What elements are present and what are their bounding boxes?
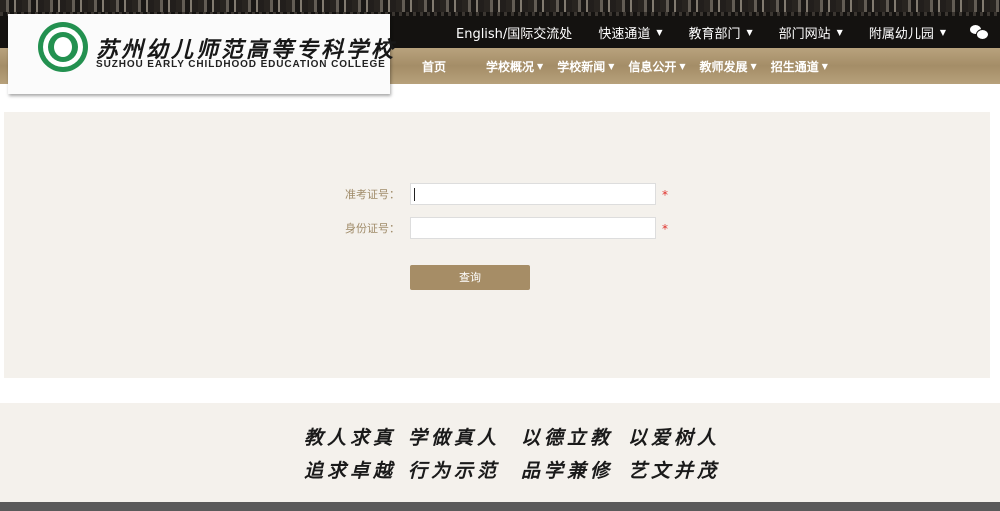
top-link-label: 附属幼儿园 [868, 26, 934, 42]
motto-text: 以德立教 [521, 427, 614, 449]
decorative-pattern [0, 0, 1000, 12]
nav-item-label: 招生通道 [770, 59, 819, 74]
query-form-panel: 准考证号： * 身份证号： * 查询 [4, 112, 990, 378]
dropdown-caret-icon: ▼ [836, 27, 843, 37]
motto-text: 学做真人 [408, 427, 501, 449]
nav-item-home[interactable]: 首页 [422, 58, 446, 75]
top-link-label: English/国际交流处 [455, 26, 573, 42]
dropdown-caret-icon: ▼ [679, 61, 686, 71]
query-button[interactable]: 查询 [410, 265, 530, 290]
dropdown-caret-icon: ▼ [746, 27, 753, 37]
nav-item-label: 首页 [422, 59, 447, 74]
main-nav-items: 首页 学校概况 ▼ 学校新闻 ▼ 信息公开 ▼ 教师发展 ▼ 招生通道 ▼ [422, 48, 842, 84]
id-card-input[interactable] [410, 217, 656, 239]
top-link-quick-access[interactable]: 快速通道 ▼ [598, 23, 662, 42]
dropdown-caret-icon: ▼ [537, 61, 544, 71]
nav-item-teacher-development[interactable]: 教师发展 ▼ [700, 58, 757, 75]
motto-text: 以爱树人 [628, 427, 721, 449]
exam-id-row: 准考证号： * [4, 183, 990, 207]
top-link-label: 教育部门 [688, 26, 741, 42]
nav-item-label: 学校概况 [486, 59, 535, 74]
school-emblem-icon [38, 22, 88, 72]
top-link-english[interactable]: English/国际交流处 [456, 23, 572, 42]
nav-item-label: 信息公开 [628, 59, 677, 74]
required-mark: * [662, 188, 668, 202]
nav-item-label: 教师发展 [699, 59, 748, 74]
id-card-label: 身份证号： [345, 222, 400, 235]
dropdown-caret-icon: ▼ [656, 27, 663, 37]
exam-id-label: 准考证号： [345, 188, 400, 201]
top-link-label: 部门网站 [778, 26, 831, 42]
nav-item-label: 学校新闻 [557, 59, 606, 74]
exam-id-input[interactable] [410, 183, 656, 205]
top-link-kindergarten[interactable]: 附属幼儿园 ▼ [869, 23, 946, 42]
nav-item-admissions[interactable]: 招生通道 ▼ [771, 58, 828, 75]
required-mark: * [662, 222, 668, 236]
motto-text: 品学兼修 [521, 460, 614, 482]
top-link-education-dept[interactable]: 教育部门 ▼ [688, 23, 752, 42]
id-card-row: 身份证号： * [4, 217, 990, 241]
dropdown-caret-icon: ▼ [939, 27, 946, 37]
nav-item-school-overview[interactable]: 学校概况 ▼ [486, 58, 543, 75]
school-name-en: SUZHOU EARLY CHILDHOOD EDUCATION COLLEGE [96, 59, 386, 70]
dropdown-caret-icon: ▼ [821, 61, 828, 71]
bottom-bar [0, 502, 1000, 511]
text-cursor [414, 188, 415, 201]
dropdown-caret-icon: ▼ [750, 61, 757, 71]
motto-text: 艺文并茂 [628, 460, 721, 482]
dropdown-caret-icon: ▼ [608, 61, 615, 71]
footer-mottos: 教人求真 学做真人 以德立教 以爱树人 追求卓越 行为示范 品学兼修 艺文并茂 [0, 403, 1000, 502]
motto-text: 追求卓越 [304, 460, 397, 482]
motto-text: 行为示范 [408, 460, 501, 482]
top-link-label: 快速通道 [598, 26, 651, 42]
nav-item-info-disclosure[interactable]: 信息公开 ▼ [628, 58, 685, 75]
top-link-dept-sites[interactable]: 部门网站 ▼ [779, 23, 843, 42]
nav-item-school-news[interactable]: 学校新闻 ▼ [557, 58, 614, 75]
school-logo[interactable]: 苏州幼儿师范高等专科学校 SUZHOU EARLY CHILDHOOD EDUC… [8, 14, 393, 94]
top-links: English/国际交流处 快速通道 ▼ 教育部门 ▼ 部门网站 ▼ 附属幼儿园 ▼ [430, 16, 1000, 48]
motto-text: 教人求真 [304, 427, 397, 449]
wechat-icon[interactable] [970, 24, 989, 40]
